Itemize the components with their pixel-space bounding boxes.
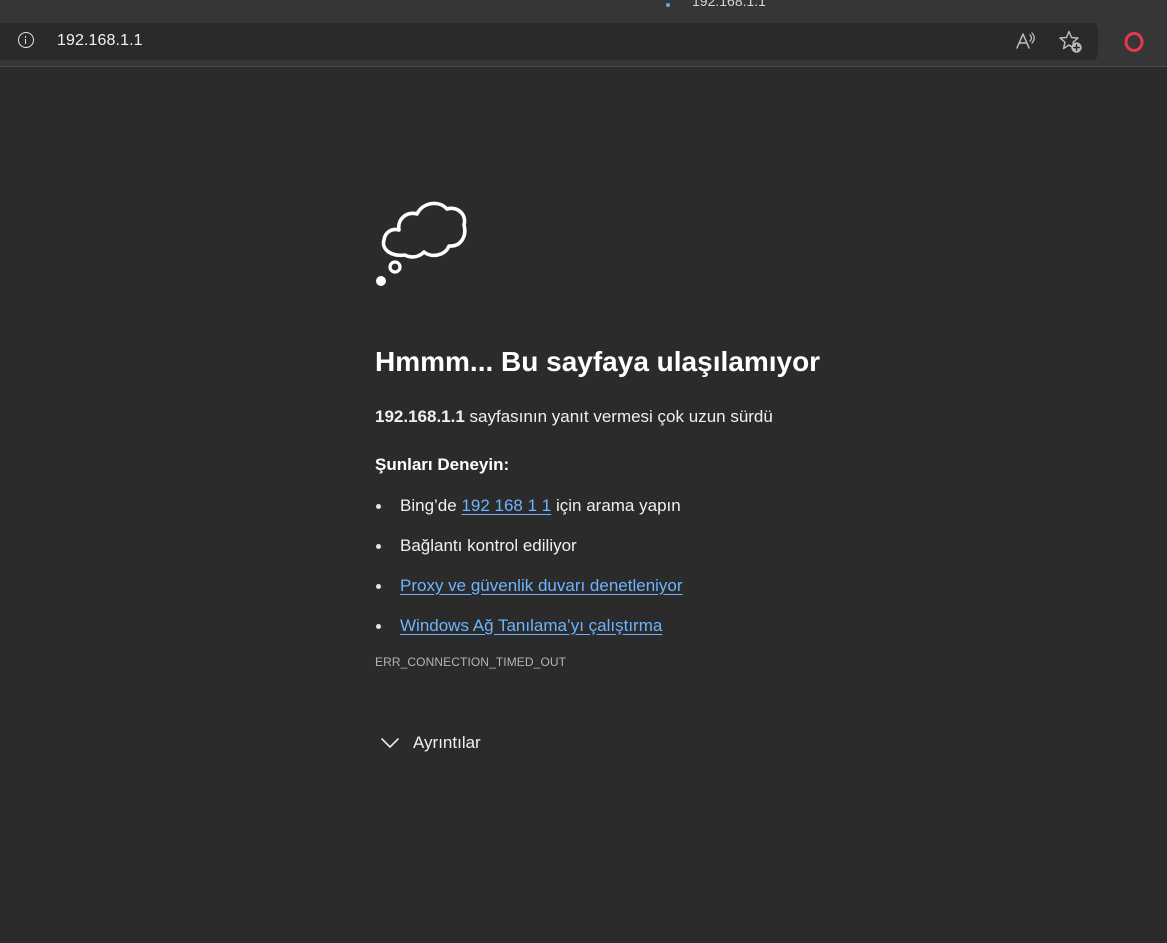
error-description-text: sayfasının yanıt vermesi çok uzun sürdü	[464, 406, 773, 426]
add-favorite-icon[interactable]	[1058, 29, 1084, 55]
details-toggle[interactable]: Ayrıntılar	[375, 733, 975, 753]
opera-icon[interactable]	[1123, 31, 1145, 53]
bing-suffix: için arama yapın	[551, 495, 681, 515]
try-heading: Şunları Deneyin:	[375, 454, 510, 474]
error-description: 192.168.1.1 sayfasının yanıt vermesi çok…	[375, 407, 975, 427]
info-icon[interactable]	[18, 32, 34, 48]
list-item-bing-search: Bing’de 192 168 1 1 için arama yapın	[375, 495, 975, 535]
url-text[interactable]: 192.168.1.1	[57, 32, 143, 50]
thought-cloud-icon	[376, 201, 467, 286]
bing-prefix: Bing’de	[400, 495, 462, 515]
tab-title: 192.168.1.1	[692, 0, 766, 9]
error-content: Hmmm... Bu sayfaya ulaşılamıyor 192.168.…	[375, 195, 975, 753]
host-name: 192.168.1.1	[375, 406, 465, 426]
network-diagnostics-link[interactable]: Windows Ağ Tanılama’yı çalıştırma	[400, 616, 662, 635]
read-aloud-icon[interactable]	[1014, 30, 1038, 52]
bing-search-link[interactable]: 192 168 1 1	[461, 496, 551, 515]
tab-loading-indicator	[666, 3, 670, 7]
chevron-down-icon	[381, 737, 399, 748]
list-item-check-connection: Bağlantı kontrol ediliyor	[375, 535, 975, 575]
details-label: Ayrıntılar	[413, 732, 481, 752]
page-title: Hmmm... Bu sayfaya ulaşılamıyor	[375, 346, 821, 377]
address-bar[interactable]: 192.168.1.1	[0, 23, 1098, 60]
proxy-firewall-link[interactable]: Proxy ve güvenlik duvarı denetleniyor	[400, 576, 683, 595]
error-code: ERR_CONNECTION_TIMED_OUT	[375, 654, 567, 669]
tab-strip: 192.168.1.1	[0, 0, 1167, 22]
toolbar-divider	[0, 66, 1167, 67]
tab-active[interactable]: 192.168.1.1	[666, 0, 766, 9]
list-item-network-diagnostics: Windows Ağ Tanılama’yı çalıştırma	[375, 615, 975, 655]
suggestion-list: Bing’de 192 168 1 1 için arama yapın Bağ…	[375, 495, 975, 655]
list-item-proxy-firewall: Proxy ve güvenlik duvarı denetleniyor	[375, 575, 975, 615]
check-connection-text: Bağlantı kontrol ediliyor	[400, 535, 577, 555]
